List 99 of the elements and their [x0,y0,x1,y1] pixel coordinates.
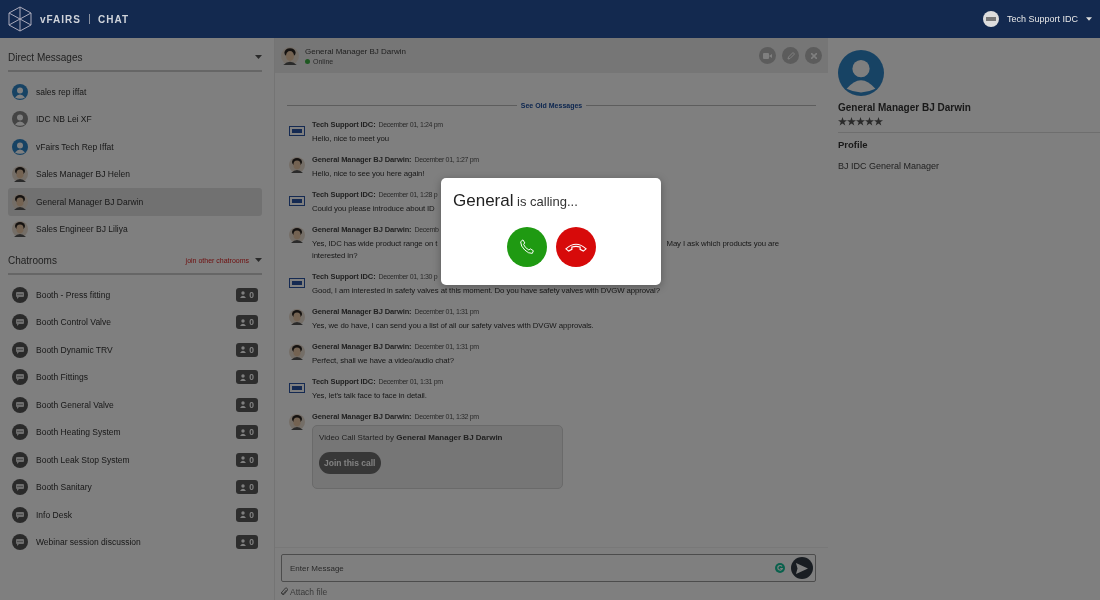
chat-bubble-icon [12,479,28,496]
phone-icon [517,238,536,256]
person-icon [240,346,247,354]
member-count: 0 [249,344,254,355]
hang-up-icon [564,241,587,253]
pencil-icon [786,51,795,60]
chat-bubble-icon [12,341,28,358]
chat-bubble-icon [12,534,28,551]
chatroom-item[interactable]: Booth Control Valve 0 [8,308,262,336]
member-count: 0 [249,289,254,300]
chatroom-item[interactable]: Booth General Valve 0 [8,391,262,419]
contact-item[interactable]: sales rep iffat [8,78,262,106]
chat-bubble-icon [12,314,28,331]
chatroom-name: Booth Fittings [36,372,89,383]
contact-item[interactable]: IDC NB Lei XF [8,105,262,133]
calling-text: General is calling... [453,191,579,211]
message-field[interactable]: Enter Message [281,554,816,582]
profile-name: General Manager BJ Darwin [838,102,972,113]
chatroom-item[interactable]: Info Desk 0 [8,501,262,529]
chatroom-name: Booth - Press fitting [36,289,112,300]
star-icon [838,117,847,126]
chatroom-name: Booth Control Valve [36,317,112,328]
brand-name: vFAIRS [40,13,81,25]
contact-item[interactable]: vFairs Tech Rep Iffat [8,133,262,161]
chat-bubble-icon [12,286,28,303]
online-dot [305,58,310,64]
person-icon [240,428,247,436]
person-icon [240,373,247,381]
chat-bubble-icon [12,506,28,523]
chatroom-item[interactable]: Booth Heating System 0 [8,418,262,446]
paperclip-icon [281,587,288,596]
avatar [281,46,299,65]
chatroom-name: Booth Sanitary [36,482,93,493]
person-icon [240,456,247,464]
send-arrow-icon [796,562,808,574]
video-camera-icon [763,52,772,59]
contact-name: General Manager BJ Darwin [305,46,407,56]
user-name[interactable]: Tech Support IDC [1006,14,1078,24]
member-count: 0 [249,537,254,548]
chatroom-name: Booth General Valve [36,399,115,410]
chatroom-name: Webinar session discussion [36,537,142,548]
attach-file-link[interactable]: Attach file [281,586,328,597]
section-title: Profile [838,132,1100,150]
avatar [838,50,884,96]
product-name: CHAT [98,13,130,25]
contact-name: vFairs Tech Rep Iffat [36,141,115,152]
person-icon [240,538,247,546]
chatroom-item[interactable]: Booth - Press fitting 0 [8,281,262,309]
section-title: Chatrooms [8,254,58,266]
member-count: 0 [249,454,254,465]
profile-text: BJ IDC General Manager [838,161,941,171]
chatroom-item[interactable]: Booth Dynamic TRV 0 [8,336,262,364]
call-card-text: Video Call Started by General Manager BJ Darwin [319,433,504,442]
person-icon [240,511,247,519]
chatroom-item[interactable]: Booth Leak Stop System 0 [8,446,262,474]
member-count: 0 [249,399,254,410]
member-count: 0 [249,372,254,383]
chatroom-item[interactable]: Webinar session discussion 0 [8,528,262,556]
decline-call-button[interactable] [555,227,596,267]
contact-name: Sales Manager BJ Helen [36,169,132,180]
member-count: 0 [249,482,254,493]
contact-item[interactable]: General Manager BJ Darwin [8,188,262,216]
chat-bubble-icon [12,369,28,386]
close-icon [810,52,817,59]
contact-item[interactable]: Sales Engineer BJ Liliya [8,215,262,243]
section-title: Direct Messages [8,51,84,63]
chatroom-name: Booth Heating System [36,427,122,438]
contact-name: IDC NB Lei XF [36,114,93,125]
message-input-field[interactable]: Enter Message [288,562,769,574]
star-icon [847,117,856,126]
contact-name: Sales Engineer BJ Liliya [36,224,129,235]
cube-logo-icon [8,6,32,32]
member-count: 0 [249,317,254,328]
star-icon [856,117,865,126]
chat-bubble-icon [12,424,28,441]
chatroom-name: Info Desk [36,509,73,520]
chat-bubble-icon [12,451,28,468]
member-count: 0 [249,427,254,438]
user-avatar-icon[interactable] [982,11,999,27]
send-button[interactable] [791,557,813,579]
chatroom-name: Booth Leak Stop System [36,454,131,465]
contact-name: sales rep iffat [36,86,88,97]
chatroom-item[interactable]: Booth Sanitary 0 [8,473,262,501]
contact-item[interactable]: Sales Manager BJ Helen [8,160,262,188]
person-icon [240,483,247,491]
accept-call-button[interactable] [506,227,547,267]
join-call-button[interactable]: Join this call [319,452,381,474]
member-count: 0 [249,509,254,520]
person-icon [240,291,247,299]
chat-bubble-icon [12,396,28,413]
chatroom-name: Booth Dynamic TRV [36,344,114,355]
caret-icon[interactable] [1086,17,1092,21]
star-icon [865,117,874,126]
grammar-g-icon [775,563,785,573]
chatroom-item[interactable]: Booth Fittings 0 [8,363,262,391]
person-icon [240,401,247,409]
star-icon [874,117,883,126]
person-icon [240,318,247,326]
contact-name: General Manager BJ Darwin [36,196,145,207]
